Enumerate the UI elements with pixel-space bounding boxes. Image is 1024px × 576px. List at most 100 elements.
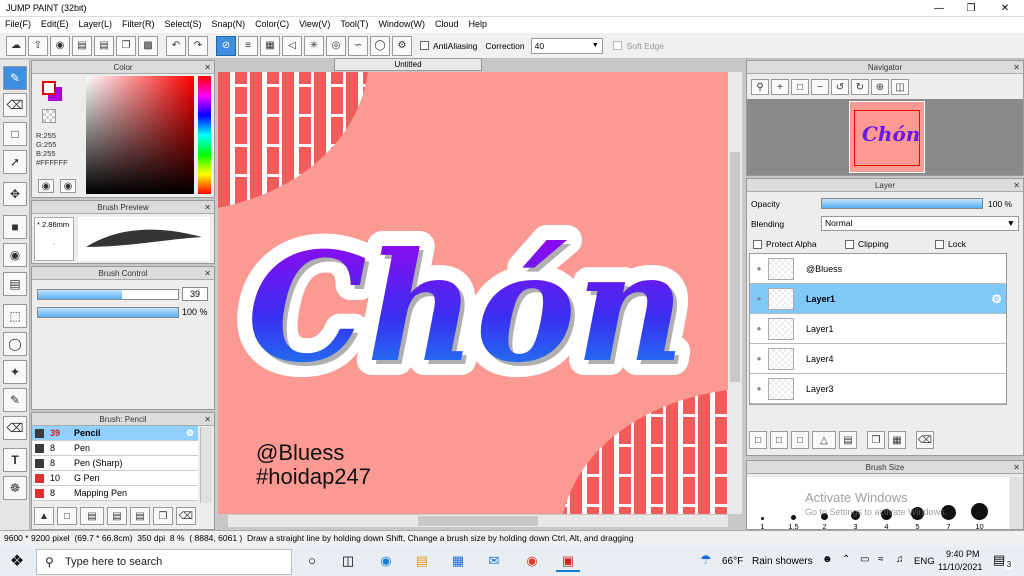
menu-snap[interactable]: Snap(N) — [207, 17, 251, 29]
undo-icon[interactable]: ↶ — [166, 35, 186, 56]
chrome-icon[interactable]: ◉ — [520, 550, 544, 572]
clock-time[interactable]: 9:40 PM — [946, 549, 980, 559]
select-eraser-tool-icon[interactable]: ⌫ — [3, 416, 27, 440]
clipping-toggle[interactable]: Clipping — [845, 239, 889, 249]
eraser-tool-icon[interactable]: ⌫ — [3, 93, 27, 117]
eyedropper-tool-icon[interactable]: ☸ — [3, 476, 27, 500]
mail-icon[interactable]: ✉ — [482, 550, 506, 572]
layer-opacity-slider[interactable] — [821, 198, 983, 209]
protect-alpha-checkbox[interactable] — [753, 239, 762, 249]
brush-new-icon[interactable]: □ — [57, 507, 77, 525]
new-layer-icon[interactable]: □ — [749, 431, 767, 449]
copy-icon[interactable]: ❐ — [116, 35, 136, 56]
picker-icon[interactable]: ◉ — [60, 179, 76, 193]
close-icon[interactable]: ✕ — [1013, 461, 1020, 474]
brush-item[interactable]: 10 G Pen — [32, 471, 198, 486]
layer-row[interactable]: ● Layer4 — [750, 344, 1006, 374]
menu-tool[interactable]: Tool(T) — [335, 17, 373, 29]
transparent-color-swatch[interactable] — [42, 109, 56, 123]
horizontal-scrollbar[interactable] — [228, 515, 728, 527]
lasso-tool-icon[interactable]: ◯ — [3, 332, 27, 356]
menu-view[interactable]: View(V) — [294, 17, 335, 29]
magic-wand-tool-icon[interactable]: ✦ — [3, 360, 27, 384]
comment-icon[interactable]: ◉ — [50, 35, 70, 56]
close-icon[interactable]: ✕ — [204, 267, 211, 280]
taskbar-search[interactable]: ⚲ Type here to search — [36, 549, 292, 575]
brush-size-option[interactable]: 1 — [747, 517, 778, 531]
document-icon[interactable]: ▤ — [94, 35, 114, 56]
store-icon[interactable]: ▦ — [446, 550, 470, 572]
layer-row[interactable]: ● Layer3 — [750, 374, 1006, 404]
settings-icon[interactable]: ▩ — [138, 35, 158, 56]
layer-add-menu-icon[interactable]: △ — [812, 431, 836, 449]
brush-export-icon[interactable]: ▤ — [107, 507, 127, 525]
tray-people-icon[interactable]: ☻ — [822, 554, 833, 565]
radial-snap-icon[interactable]: ✳ — [304, 35, 324, 56]
task-view-icon[interactable]: ◫ — [336, 550, 360, 572]
close-icon[interactable]: ✕ — [1013, 61, 1020, 74]
language-indicator[interactable]: ENG — [914, 556, 935, 567]
soft-edge-checkbox[interactable] — [612, 41, 622, 50]
close-icon[interactable]: ✕ — [204, 201, 211, 214]
file-explorer-icon[interactable]: ▤ — [410, 550, 434, 572]
duplicate-icon[interactable]: ❐ — [153, 507, 173, 525]
wifi-icon[interactable]: ≈ — [878, 554, 884, 565]
layer-folder-icon[interactable]: ▤ — [839, 431, 857, 449]
layer-row[interactable]: ● Layer1 ⚙ — [750, 284, 1006, 314]
menu-window[interactable]: Window(W) — [373, 17, 430, 29]
message-icon[interactable]: ▤ — [72, 35, 92, 56]
menu-cloud[interactable]: Cloud — [430, 17, 464, 29]
menu-select[interactable]: Select(S) — [160, 17, 207, 29]
document-tab[interactable]: Untitled — [334, 58, 482, 71]
merge-layer-icon[interactable]: ▦ — [888, 431, 906, 449]
parallel-snap-icon[interactable]: ≡ — [238, 35, 258, 56]
zoom-out-icon[interactable]: − — [811, 79, 829, 95]
correction-select[interactable]: 40 ▼ — [530, 37, 603, 54]
brush-list-scrollbar[interactable] — [200, 427, 212, 503]
antialiasing-checkbox[interactable] — [420, 41, 429, 50]
visibility-icon[interactable]: ● — [750, 264, 768, 273]
clipping-checkbox[interactable] — [845, 239, 854, 249]
cortana-icon[interactable]: ○ — [300, 550, 324, 572]
visibility-icon[interactable]: ● — [750, 324, 768, 333]
export-icon[interactable]: ⇧ — [28, 35, 48, 56]
fit-icon[interactable]: □ — [791, 79, 809, 95]
rotate-right-icon[interactable]: ↻ — [851, 79, 869, 95]
brush-item[interactable]: 8 Pen (Sharp) — [32, 456, 198, 471]
lock-checkbox[interactable] — [935, 239, 944, 249]
tray-chevron-icon[interactable]: ⌃ — [842, 554, 850, 565]
brush-size-slider[interactable] — [37, 289, 179, 300]
blending-select[interactable]: Normal ▼ — [821, 216, 1019, 231]
maximize-button[interactable]: ❐ — [956, 0, 986, 17]
windows-start-icon[interactable]: ❖ — [6, 551, 28, 573]
brush-settings-icon[interactable]: ⚙ — [186, 428, 194, 439]
brush-size-option[interactable]: 10 — [964, 503, 995, 531]
line-tool-icon[interactable]: ➚ — [3, 150, 27, 174]
rotate-left-icon[interactable]: ↺ — [831, 79, 849, 95]
edge-browser-icon[interactable]: ◉ — [374, 550, 398, 572]
close-button[interactable]: ✕ — [990, 0, 1020, 17]
brush-opacity-slider[interactable] — [37, 307, 179, 318]
reset-rotation-icon[interactable]: ⊕ — [871, 79, 889, 95]
tray-display-icon[interactable]: ▭ — [860, 554, 869, 565]
jump-paint-taskbar-icon[interactable]: ▣ — [556, 550, 580, 572]
brush-item[interactable]: 8 Pen — [32, 441, 198, 456]
visibility-icon[interactable]: ● — [750, 354, 768, 363]
flip-icon[interactable]: ◫ — [891, 79, 909, 95]
zoom-icon[interactable]: ⚲ — [751, 79, 769, 95]
foreground-color-swatch[interactable] — [42, 81, 56, 95]
cloud-icon[interactable]: ☁ — [6, 35, 26, 56]
weather-text[interactable]: Rain showers — [752, 556, 813, 567]
brush-item[interactable]: 39 Pencil ⚙ — [32, 426, 198, 441]
new-layer-1bit-icon[interactable]: □ — [791, 431, 809, 449]
rectangle-tool-icon[interactable]: □ — [3, 122, 27, 146]
menu-layer[interactable]: Layer(L) — [74, 17, 118, 29]
zoom-in-icon[interactable]: + — [771, 79, 789, 95]
brush-size-option[interactable]: 1.5 — [778, 515, 809, 531]
visibility-icon[interactable]: ● — [750, 294, 768, 303]
grid-snap-icon[interactable]: ▦ — [260, 35, 280, 56]
brush-size-scrollbar[interactable] — [1010, 477, 1023, 529]
fill-rect-tool-icon[interactable]: ■ — [3, 215, 27, 239]
move-tool-icon[interactable]: ✥ — [3, 182, 27, 206]
volume-icon[interactable]: ♫ — [896, 554, 904, 565]
